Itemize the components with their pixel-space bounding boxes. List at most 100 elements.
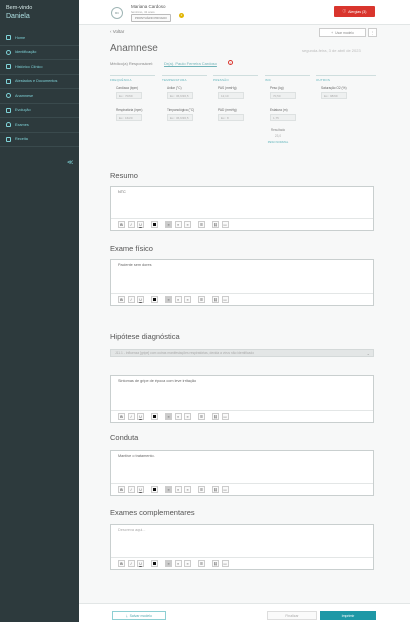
hipotese-editor[interactable]: Sintomas de gripe de época com leve irri…: [110, 375, 374, 423]
align-right-button[interactable]: ≡: [184, 486, 191, 493]
vital-group-pressao: PRESSÃO: [213, 75, 258, 82]
underline-button[interactable]: U: [137, 486, 144, 493]
sidebar-item-identificacao[interactable]: Identificação: [0, 46, 79, 60]
align-right-button[interactable]: ≡: [184, 296, 191, 303]
bold-button[interactable]: B: [118, 413, 125, 420]
align-left-button[interactable]: ≡: [165, 560, 172, 567]
align-center-button[interactable]: ≡: [174, 413, 182, 420]
sidebar-item-home[interactable]: Home: [0, 31, 79, 46]
section-title-conduta: Conduta: [110, 433, 139, 442]
text-color-button[interactable]: [151, 486, 158, 493]
allergy-button[interactable]: ⓘ Alergias (3): [334, 6, 375, 17]
text-color-button[interactable]: [151, 413, 158, 420]
align-left-button[interactable]: ≡: [165, 221, 172, 228]
sidebar-item-evolucao[interactable]: Evolução: [0, 104, 79, 118]
collapse-sidebar-icon[interactable]: ≪: [67, 159, 73, 166]
vital-cardiaca: Cardíaca (bpm) Ex.: 70/69: [116, 86, 142, 99]
align-center-button[interactable]: ≡: [174, 486, 182, 493]
align-left-button[interactable]: ≡: [165, 413, 172, 420]
estatura-input[interactable]: 1,75: [270, 113, 296, 121]
respiratoria-input[interactable]: Ex.: 16/20: [116, 113, 142, 121]
peso-input[interactable]: 70,50: [270, 91, 296, 99]
resumo-editor[interactable]: NTC B I U ≡ ≡ ≡ ☰ ⛓ ▭: [110, 186, 374, 231]
list-button[interactable]: ☰: [198, 486, 205, 493]
italic-button[interactable]: I: [127, 221, 135, 228]
info-icon[interactable]: i: [228, 60, 233, 65]
image-button[interactable]: ▭: [221, 560, 229, 567]
vital-group-imc: IMC: [265, 75, 310, 82]
sidebar-item-receita[interactable]: Receita: [0, 133, 79, 147]
align-center-button[interactable]: ≡: [174, 221, 182, 228]
sidebar-item-exames[interactable]: Exames: [0, 118, 79, 133]
doctor-name-link[interactable]: Dr(a). Paulo Ferreira Cardoso: [164, 61, 217, 66]
italic-button[interactable]: I: [127, 486, 135, 493]
align-right-button[interactable]: ≡: [184, 221, 191, 228]
italic-button[interactable]: I: [127, 560, 135, 567]
notification-badge[interactable]: 2: [179, 13, 184, 18]
bold-button[interactable]: B: [118, 296, 125, 303]
pas-input[interactable]: 12,10: [218, 91, 244, 99]
link-button[interactable]: ⛓: [212, 221, 219, 228]
align-right-button[interactable]: ≡: [184, 560, 191, 567]
back-link[interactable]: ‹ Voltar: [110, 29, 124, 34]
bold-button[interactable]: B: [118, 486, 125, 493]
save-model-button[interactable]: ⤓ Salvar modelo: [112, 611, 166, 620]
image-button[interactable]: ▭: [221, 296, 229, 303]
section-title-resumo: Resumo: [110, 171, 138, 180]
bold-button[interactable]: B: [118, 560, 125, 567]
list-button[interactable]: ☰: [198, 296, 205, 303]
cardiaca-input[interactable]: Ex.: 70/69: [116, 91, 142, 99]
text-color-button[interactable]: [151, 560, 158, 567]
saturacao-input[interactable]: Ex.: 98/99: [321, 91, 347, 99]
text-color-button[interactable]: [151, 296, 158, 303]
vital-label: Estatura (m): [270, 108, 288, 112]
bold-button[interactable]: B: [118, 221, 125, 228]
link-button[interactable]: ⛓: [212, 560, 219, 567]
align-center-button[interactable]: ≡: [174, 296, 182, 303]
editor-text: Mantive o tratamento.: [118, 454, 155, 458]
align-left-button[interactable]: ≡: [165, 296, 172, 303]
image-button[interactable]: ▭: [221, 413, 229, 420]
underline-button[interactable]: U: [137, 221, 144, 228]
conduta-editor[interactable]: Mantive o tratamento. B I U ≡ ≡ ≡ ☰ ⛓ ▭: [110, 450, 374, 496]
text-color-button[interactable]: [151, 221, 158, 228]
list-button[interactable]: ☰: [198, 413, 205, 420]
underline-button[interactable]: U: [137, 413, 144, 420]
sidebar-item-historico[interactable]: Histórico Clínico: [0, 60, 79, 75]
more-menu-button[interactable]: ⋮: [368, 28, 377, 37]
image-button[interactable]: ▭: [221, 486, 229, 493]
italic-button[interactable]: I: [127, 296, 135, 303]
vital-label: Respiratória (irpm): [116, 108, 143, 112]
patient-meta: feminino, 41 anos: [131, 9, 155, 14]
use-model-button[interactable]: + Usar modelo: [319, 28, 366, 37]
result-label: Resultado: [270, 128, 286, 132]
sidebar-item-anamnese[interactable]: Anamnese: [0, 89, 79, 104]
timpanologica-input[interactable]: Ex.: 36,6/36,5: [167, 113, 193, 121]
diagnosis-select[interactable]: J11.1 - Influenza [gripe] com outras man…: [110, 349, 374, 357]
axilar-input[interactable]: Ex.: 36,6/36,5: [167, 91, 193, 99]
align-left-button[interactable]: ≡: [165, 486, 172, 493]
editor-text: NTC: [118, 190, 126, 194]
link-button[interactable]: ⛓: [212, 413, 219, 420]
patient-badge: PRONTUÁRIO PRIVADO: [131, 13, 171, 22]
print-button[interactable]: Imprimir: [320, 611, 376, 620]
exames-editor[interactable]: Descreva aqui... B I U ≡ ≡ ≡ ☰ ⛓ ▭: [110, 524, 374, 570]
align-right-button[interactable]: ≡: [184, 413, 191, 420]
link-button[interactable]: ⛓: [212, 486, 219, 493]
image-button[interactable]: ▭: [221, 221, 229, 228]
align-center-button[interactable]: ≡: [174, 560, 182, 567]
underline-button[interactable]: U: [137, 560, 144, 567]
italic-button[interactable]: I: [127, 413, 135, 420]
home-icon: [6, 35, 11, 41]
use-model-label: Usar modelo: [335, 30, 354, 35]
underline-button[interactable]: U: [137, 296, 144, 303]
vital-pas: PAS (mmHg) 12,10: [218, 86, 244, 99]
link-button[interactable]: ⛓: [212, 296, 219, 303]
list-button[interactable]: ☰: [198, 221, 205, 228]
sidebar-item-label: Anamnese: [15, 93, 34, 98]
exame-fisico-editor[interactable]: Paciente sem dores B I U ≡ ≡ ≡ ☰ ⛓ ▭: [110, 259, 374, 306]
sidebar-item-atestados[interactable]: Atestados e Documentos: [0, 75, 79, 89]
list-button[interactable]: ☰: [198, 560, 205, 567]
pad-input[interactable]: Ex.: 8: [218, 113, 244, 121]
finish-button[interactable]: Finalizar: [267, 611, 317, 620]
